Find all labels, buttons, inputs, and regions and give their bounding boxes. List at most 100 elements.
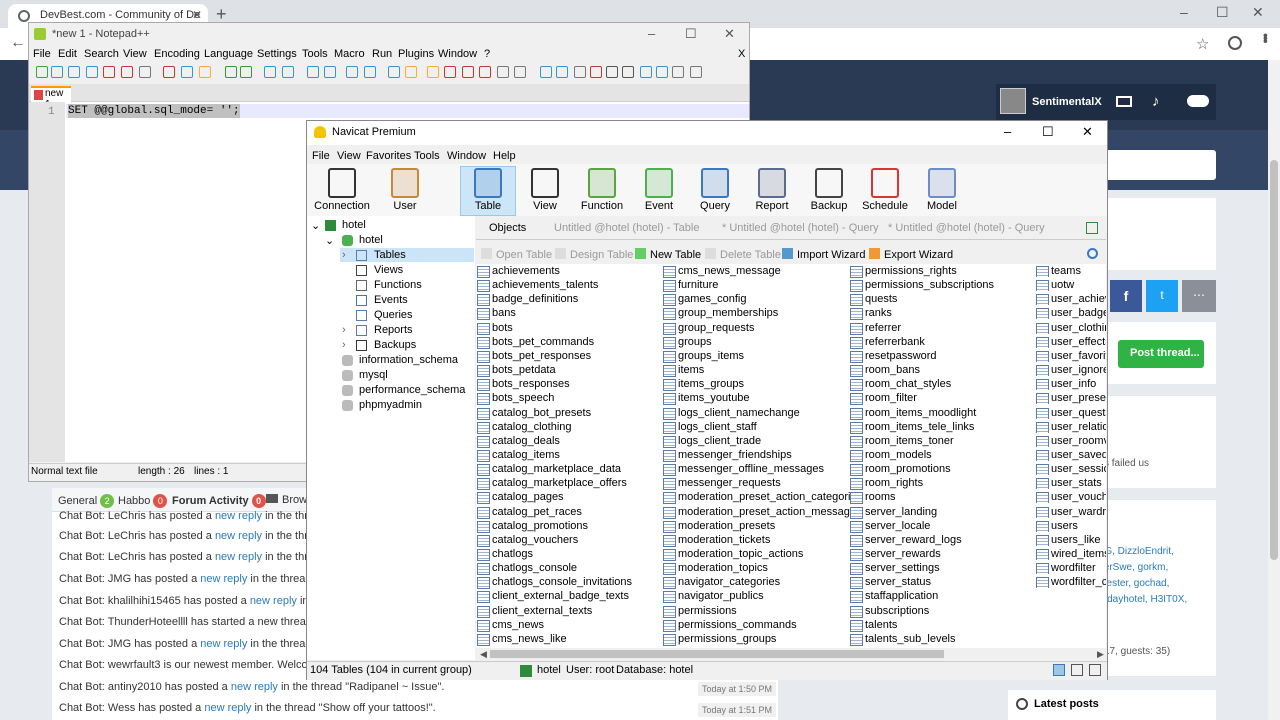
table-item[interactable]: groups: [663, 336, 712, 349]
browser-maximize-button[interactable]: ☐: [1216, 4, 1229, 21]
user-menu[interactable]: [996, 84, 1216, 120]
table-item[interactable]: client_external_texts: [477, 605, 592, 618]
toolbar-icon[interactable]: [497, 66, 509, 78]
expand-arrow-icon[interactable]: ›: [342, 324, 346, 336]
table-item[interactable]: staffapplication: [850, 590, 938, 604]
toolbar-icon[interactable]: [346, 66, 358, 78]
toolbar-icon[interactable]: [656, 66, 668, 78]
table-item[interactable]: catalog_vouchers: [477, 534, 578, 547]
tab-objects[interactable]: Objects: [489, 222, 526, 234]
table-item[interactable]: group_requests: [663, 322, 754, 335]
table-item[interactable]: room_items_toner: [850, 435, 954, 448]
notepad-menu-help[interactable]: ?: [484, 48, 490, 60]
browser-menu-icon[interactable]: •••: [1258, 33, 1274, 42]
table-item[interactable]: moderation_tickets: [663, 534, 770, 547]
table-item[interactable]: room_items_moodlight: [850, 407, 976, 420]
table-item[interactable]: room_items_tele_links: [850, 421, 974, 434]
navicat-minimize-button[interactable]: –: [1004, 124, 1011, 139]
table-item[interactable]: user_quests: [1036, 407, 1106, 419]
table-item[interactable]: user_roomvis: [1036, 435, 1106, 447]
table-item[interactable]: server_rewards: [850, 548, 941, 561]
toolbar-icon[interactable]: [514, 66, 526, 78]
table-item[interactable]: permissions_rights: [850, 265, 957, 278]
toolbar-icon[interactable]: [36, 66, 48, 78]
table-item[interactable]: subscriptions: [850, 605, 929, 618]
tree-connection[interactable]: hotel: [342, 219, 366, 231]
open-table-button[interactable]: Open Table: [481, 248, 552, 261]
toolbar-icon[interactable]: [103, 66, 115, 78]
back-button[interactable]: ←: [10, 34, 26, 52]
browser-minimize-button[interactable]: –: [1180, 4, 1188, 20]
toolbar-icon[interactable]: [121, 66, 133, 78]
table-item[interactable]: chatlogs_console_invitations: [477, 576, 632, 590]
table-item[interactable]: permissions_groups: [663, 633, 776, 646]
list-view-button[interactable]: [1071, 664, 1083, 676]
avatar[interactable]: [1000, 88, 1026, 114]
table-item[interactable]: user_info: [1036, 378, 1106, 391]
toolbar-icon[interactable]: [427, 66, 439, 78]
toolbar-icon[interactable]: [405, 66, 417, 78]
expand-arrow-icon[interactable]: ⌄: [311, 219, 320, 232]
table-item[interactable]: user_achieve: [1036, 293, 1106, 306]
table-item[interactable]: referrerbank: [850, 336, 925, 349]
navicat-menu-tools[interactable]: Tools: [414, 150, 440, 162]
notepad-menu-tools[interactable]: Tools: [302, 48, 328, 60]
table-item[interactable]: bots_responses: [477, 378, 570, 392]
ribbon-connection-button[interactable]: Connection: [313, 166, 371, 216]
facebook-share-button[interactable]: f: [1110, 280, 1142, 312]
expand-arrow-icon[interactable]: ⌄: [325, 234, 334, 247]
table-item[interactable]: client_external_badge_texts: [477, 590, 629, 604]
toolbar-icon[interactable]: [264, 66, 276, 78]
mail-icon[interactable]: [1116, 96, 1132, 107]
notepad-maximize-button[interactable]: ☐: [685, 26, 697, 42]
toolbar-icon[interactable]: [444, 66, 456, 78]
tree-item-functions[interactable]: Functions: [374, 279, 422, 291]
table-item[interactable]: user_session: [1036, 463, 1106, 476]
table-item[interactable]: user_badges: [1036, 307, 1106, 320]
toolbar-icon[interactable]: [479, 66, 491, 78]
table-item[interactable]: uotw: [1036, 279, 1106, 292]
table-item[interactable]: moderation_presets: [663, 520, 775, 533]
table-item[interactable]: permissions: [663, 605, 737, 618]
navicat-menu-window[interactable]: Window: [447, 150, 486, 162]
reply-link[interactable]: new reply: [250, 595, 297, 607]
tree-item-reports[interactable]: Reports: [374, 324, 413, 336]
account-icon[interactable]: [1228, 36, 1242, 50]
toolbar-icon[interactable]: [282, 66, 294, 78]
tree-database-item[interactable]: performance_schema: [359, 384, 465, 396]
table-item[interactable]: permissions_subscriptions: [850, 279, 994, 293]
table-item[interactable]: items_groups: [663, 378, 744, 392]
search-icon[interactable]: [1087, 248, 1098, 259]
icon-view-button[interactable]: [1053, 664, 1065, 676]
notepad-menu-window[interactable]: Window: [438, 48, 477, 60]
table-item[interactable]: room_chat_styles: [850, 378, 951, 392]
detail-view-button[interactable]: [1089, 664, 1101, 676]
share-more-button[interactable]: ⋯: [1182, 280, 1216, 312]
expand-arrow-icon[interactable]: ›: [342, 339, 346, 351]
username[interactable]: SentimentalX: [1032, 96, 1102, 108]
table-item[interactable]: catalog_marketplace_offers: [477, 477, 627, 491]
toolbar-icon[interactable]: [51, 66, 63, 78]
ribbon-view-button[interactable]: View: [516, 166, 574, 216]
table-item[interactable]: achievements_talents: [477, 279, 598, 293]
notepad-menu-view[interactable]: View: [123, 48, 147, 60]
tab-habbo[interactable]: Habbo 0: [118, 494, 168, 508]
table-item[interactable]: bots_pet_responses: [477, 350, 591, 363]
toolbar-icon[interactable]: [199, 66, 211, 78]
table-item[interactable]: catalog_clothing: [477, 421, 572, 434]
table-item[interactable]: user_ignores: [1036, 364, 1106, 377]
notepad-menu-file[interactable]: File: [33, 48, 51, 60]
tab-general[interactable]: General 2: [58, 494, 115, 508]
table-item[interactable]: catalog_marketplace_data: [477, 463, 621, 477]
ribbon-event-button[interactable]: Event: [630, 166, 688, 216]
table-item[interactable]: logs_client_trade: [663, 435, 761, 448]
table-item[interactable]: catalog_items: [477, 449, 560, 462]
toolbar-icon[interactable]: [324, 66, 336, 78]
toolbar-icon[interactable]: [690, 66, 702, 78]
table-item[interactable]: server_reward_logs: [850, 534, 962, 547]
toolbar-icon[interactable]: [240, 66, 252, 78]
table-item[interactable]: messenger_requests: [663, 477, 781, 491]
tree-database-item[interactable]: mysql: [359, 369, 388, 381]
table-item[interactable]: referrer: [850, 322, 901, 335]
table-item[interactable]: user_clothing: [1036, 322, 1106, 334]
